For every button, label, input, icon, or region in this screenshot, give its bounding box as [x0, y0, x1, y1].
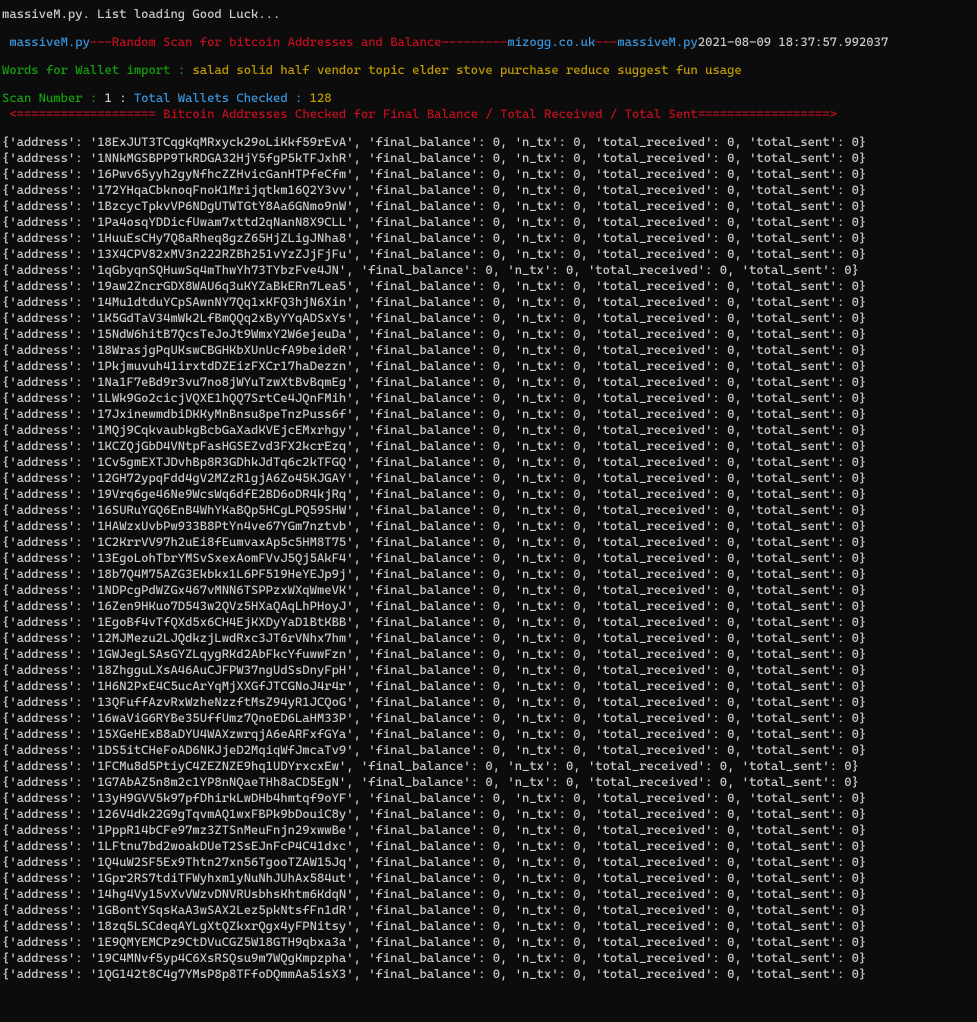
address-row: {'address': '12GH72ypqFdd4gV2MZzR1gjA6Zo…: [2, 470, 977, 486]
total-wallets-label: Total Wallets Checked :: [134, 90, 302, 105]
address-row: {'address': '18b7Q4M75AZG3Ekbkx1L6PF519H…: [2, 566, 977, 582]
mnemonic-line: Words for Wallet import : salad solid ha…: [2, 62, 977, 78]
address-row: {'address': '1Pkjmuvuh41irxtdDZEizFXCr17…: [2, 358, 977, 374]
address-row: {'address': '13yH9GVV5k97pfDhirkLwDHb4hm…: [2, 790, 977, 806]
address-row: {'address': '15NdW6hitB7QcsTeJoJt9WmxY2W…: [2, 326, 977, 342]
address-row: {'address': '16SURuYGQ6EnB4WhYKaBQp5HCgL…: [2, 502, 977, 518]
address-row: {'address': '1H6N2PxE4C5ucArYqMjXXGfJTCG…: [2, 678, 977, 694]
scan-line: Scan Number : 1 : Total Wallets Checked …: [2, 90, 977, 106]
address-row: {'address': '1MQj9CqkvaubkgBcbGaXadKVEjc…: [2, 422, 977, 438]
address-row: {'address': '13X4CPV82xMV3n222RZBh251vYz…: [2, 246, 977, 262]
address-row: {'address': '16Pwv65yyh2gyNfhcZZHvicGanH…: [2, 166, 977, 182]
address-row: {'address': '1BzcycTpkvVP6NDgUTWTGtY8Aa6…: [2, 198, 977, 214]
address-row: {'address': '12MJMezu2LJQdkzjLwdRxc3JT6r…: [2, 630, 977, 646]
address-row: {'address': '1Pa4osqYDDicfUwam7xttd2qNan…: [2, 214, 977, 230]
address-row: {'address': '1LFtnu7bd2woakDUeT2SsEJnFcP…: [2, 838, 977, 854]
rule-eq-right: ==================: [698, 106, 830, 121]
address-row: {'address': '1G7AbAZ5n8m2c1YP8nNQaeTHh8a…: [2, 774, 977, 790]
address-row: {'address': '17JxinewmdbiDKKyMnBnsu8peTn…: [2, 406, 977, 422]
address-row: {'address': '126V4dk22G9gTqvmAQ1wxFBPk9b…: [2, 806, 977, 822]
banner-dash2: ---------: [441, 34, 507, 49]
scan-number-label: Scan Number :: [2, 90, 97, 105]
address-row: {'address': '1qGbyqnSQHuwSq4mThwYh73TYbz…: [2, 262, 977, 278]
address-row: {'address': '1DS5itCHeFoAD6NKJjeD2MqiqWf…: [2, 742, 977, 758]
address-row: {'address': '1NNkMGSBPP9TkRDGA32HjY5fgP5…: [2, 150, 977, 166]
address-row: {'address': '1PppR14bCFe97mz3ZTSnMeuFnjn…: [2, 822, 977, 838]
address-row: {'address': '1GBontYSqsKaA3wSAX2Lez5pkNt…: [2, 902, 977, 918]
banner-dash1: ---: [90, 34, 112, 49]
address-row: {'address': '1GWJegLSAsGYZLqygRKd2AbFkcY…: [2, 646, 977, 662]
address-row: {'address': '13QFuffAzvRxWzheNzzftMsZ94y…: [2, 694, 977, 710]
address-row: {'address': '1HAWzxUvbPw933B8PtYn4ve67YG…: [2, 518, 977, 534]
banner-site: mizogg.co.uk: [507, 34, 595, 49]
total-wallets-value: 128: [310, 90, 332, 105]
mnemonic-words: salad solid half vendor topic elder stov…: [192, 62, 741, 77]
address-row: {'address': '1Cv5gmEXTJDvhBp8R3GDhkJdTq6…: [2, 454, 977, 470]
address-row: {'address': '1HuuEsCHy7Q8aRheq8gzZ65HjZL…: [2, 230, 977, 246]
address-row: {'address': '14Mu1dtduYCpSAwnNY7Qq1xKFQ3…: [2, 294, 977, 310]
address-row: {'address': '19Vrq6ge46Ne9WcsWq6dfE2BD6o…: [2, 486, 977, 502]
loading-line: massiveM.py. List loading Good Luck...: [2, 6, 977, 22]
address-row: {'address': '1Q4uW2SF5Ex9Thtn27xn56TgooT…: [2, 854, 977, 870]
banner-line: massiveM.py---Random Scan for bitcoin Ad…: [2, 34, 977, 50]
address-row: {'address': '1C2KrrVV97h2uEi8fEumvaxAp5c…: [2, 534, 977, 550]
address-row: {'address': '1NDPcgPdWZGx467vMNN6TSPPzxW…: [2, 582, 977, 598]
banner-dash3: ---: [595, 34, 617, 49]
address-row: {'address': '15XGeHExB8aDYU4WAXzwrqjA6eA…: [2, 726, 977, 742]
address-row: {'address': '18ExJUT3TCqgKqMRxyck29oLiKk…: [2, 134, 977, 150]
address-row: {'address': '1Gpr2RS7tdiTFWyhxm1yNuNhJUh…: [2, 870, 977, 886]
scan-number-value: 1: [105, 90, 112, 105]
address-row: {'address': '18zq5LSCdeqAYLgXtQZkxrQgx4y…: [2, 918, 977, 934]
rule-title: Bitcoin Addresses Checked for Final Bala…: [156, 106, 698, 121]
banner-timestamp: 2021-08-09 18:37:57.992037: [698, 34, 888, 49]
address-row: {'address': '19aw2ZncrGDX8WAU6q3uKYZaBkE…: [2, 278, 977, 294]
rule-line: <=================== Bitcoin Addresses C…: [2, 106, 977, 122]
address-row: {'address': '14hg4Vy15vXvVWzvDNVRUsbhsKh…: [2, 886, 977, 902]
address-row: {'address': '18ZhgguLXsA46AuCJFPW37ngUdS…: [2, 662, 977, 678]
banner-script: massiveM.py: [2, 34, 90, 49]
address-row: {'address': '16Zen9HKuo7D543w2QVz5HXaQAq…: [2, 598, 977, 614]
address-row: {'address': '1LWk9Go2cicjVQXE1hQQ7SrtCe4…: [2, 390, 977, 406]
address-row: {'address': '1QG142t8C4g7YMsP8p8TFfoDQmm…: [2, 966, 977, 982]
scan-sep: :: [112, 90, 134, 105]
address-row: {'address': '1FCMu8d5PtiyC4ZEZNZE9hq1UDY…: [2, 758, 977, 774]
address-rows: {'address': '18ExJUT3TCqgKqMRxyck29oLiKk…: [2, 134, 977, 982]
address-row: {'address': '1EgoBf4vTfQXd5x6CH4EjKXDyYa…: [2, 614, 977, 630]
rule-left: <: [2, 106, 17, 121]
banner-script2: massiveM.py: [617, 34, 698, 49]
address-row: {'address': '19C4MNvf5yp4C6XsRSQsu9m7WQg…: [2, 950, 977, 966]
address-row: {'address': '1K5GdTaV34mWk2LfBmQQq2xByYY…: [2, 310, 977, 326]
address-row: {'address': '1Na1F7eBd9r3vu7no8jWYuTzwXt…: [2, 374, 977, 390]
address-row: {'address': '1KCZQjGbD4VNtpFasHGSEZvd3FX…: [2, 438, 977, 454]
address-row: {'address': '172YHqaCbknoqFnoK1Mrijqtkm1…: [2, 182, 977, 198]
banner-title: Random Scan for bitcoin Addresses and Ba…: [112, 34, 442, 49]
rule-right: >: [830, 106, 837, 121]
mnemonic-label: Words for Wallet import :: [2, 62, 185, 77]
address-row: {'address': '18WrasjgPqUKswCBGHKbXUnUcfA…: [2, 342, 977, 358]
address-row: {'address': '1E9QMYEMCPz9CtDVuCGZ5W18GTH…: [2, 934, 977, 950]
rule-eq-left: ===================: [17, 106, 156, 121]
address-row: {'address': '13EgoLohTbrYMSvSxexAomFVvJ5…: [2, 550, 977, 566]
address-row: {'address': '16waViG6RYBe35UffUmz7QnoED6…: [2, 710, 977, 726]
